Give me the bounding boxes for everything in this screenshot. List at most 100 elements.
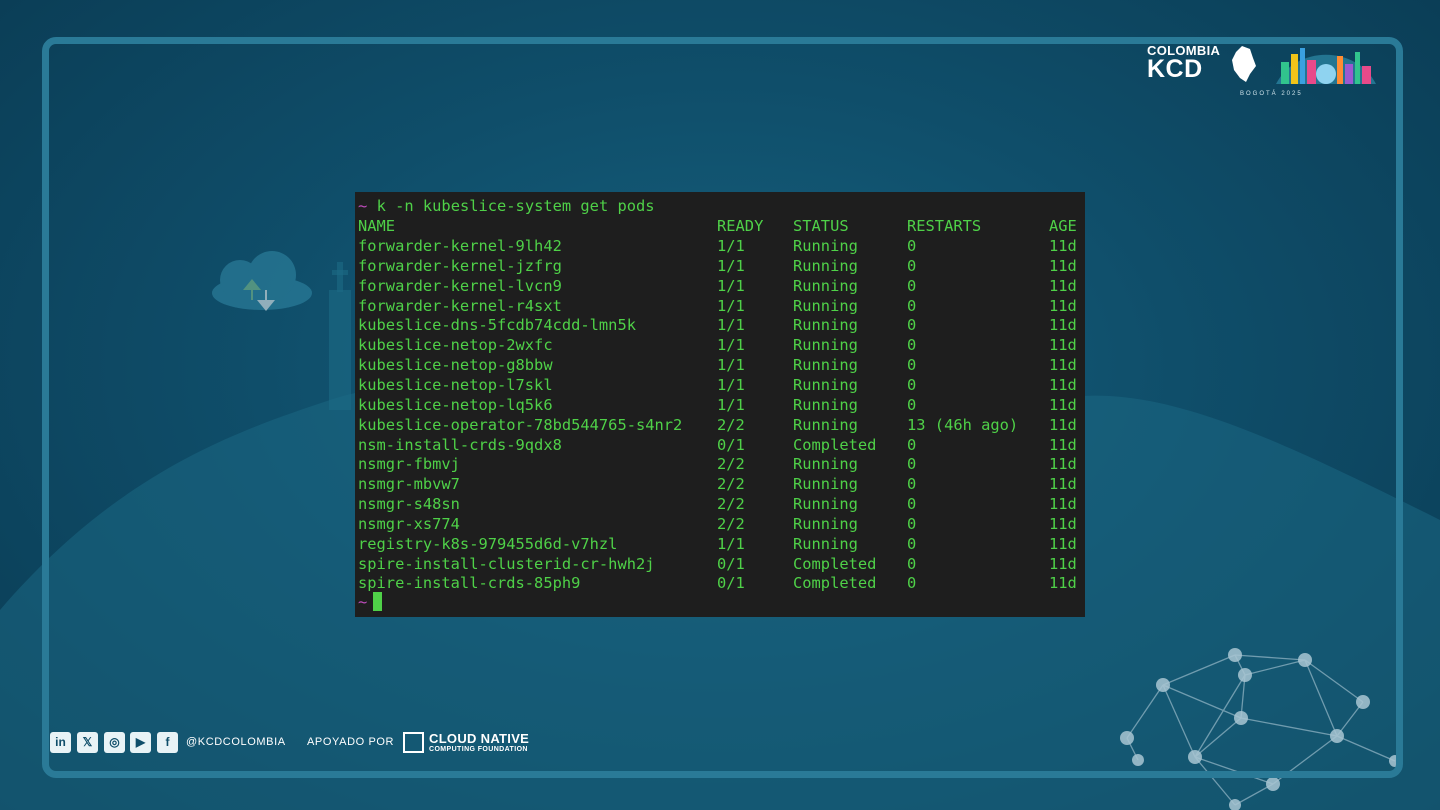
- logo-kcd-text: KCD: [1147, 55, 1203, 83]
- pod-status: Completed: [793, 554, 877, 573]
- command-text: k -n kubeslice-system get pods: [376, 197, 655, 215]
- pod-status: Running: [793, 415, 858, 434]
- pod-name: nsmgr-fbmvj: [358, 455, 460, 474]
- pod-restarts: 0: [907, 237, 917, 255]
- pod-status: Running: [793, 237, 858, 255]
- pod-age: 11d: [1049, 534, 1077, 553]
- cncf-name-line2: COMPUTING FOUNDATION: [429, 746, 528, 753]
- pod-name: forwarder-kernel-lvcn9: [358, 276, 562, 295]
- pod-age: 11d: [1049, 296, 1077, 315]
- pod-name: forwarder-kernel-9lh42: [358, 237, 562, 255]
- supported-by-label: APOYADO POR: [307, 736, 395, 748]
- pod-age: 11d: [1049, 336, 1077, 355]
- pod-age: 11d: [1049, 435, 1077, 454]
- pod-ready: 2/2: [717, 495, 745, 514]
- current-prompt-line[interactable]: ~: [358, 592, 383, 612]
- pod-age: 11d: [1049, 316, 1077, 335]
- header-restarts: RESTARTS: [907, 217, 982, 235]
- pod-status: Running: [793, 336, 858, 355]
- city-skyline-icon: [1276, 48, 1376, 84]
- pod-status: Running: [793, 356, 858, 375]
- terminal-cursor: [373, 592, 383, 611]
- pod-restarts: 0: [907, 435, 917, 454]
- pod-ready: 1/1: [717, 534, 745, 553]
- cncf-name-line1: CLOUD NATIVE: [429, 731, 530, 746]
- header-ready: READY: [717, 217, 764, 235]
- pod-restarts: 0: [907, 455, 917, 474]
- pod-age: 11d: [1049, 237, 1077, 255]
- pod-status: Running: [793, 534, 858, 553]
- pod-restarts: 0: [907, 495, 917, 514]
- pod-status: Running: [793, 296, 858, 315]
- prompt-symbol: ~: [358, 197, 368, 215]
- pod-name: kubeslice-dns-5fcdb74cdd-lmn5k: [358, 316, 636, 335]
- pod-restarts: 0: [907, 534, 917, 553]
- pod-ready: 1/1: [717, 296, 745, 315]
- pod-restarts: 0: [907, 574, 917, 593]
- pod-age: 11d: [1049, 554, 1077, 573]
- social-handle: @KCDCOLOMBIA: [186, 736, 286, 748]
- pod-name: nsm-install-crds-9qdx8: [358, 435, 562, 454]
- pod-restarts: 0: [907, 356, 917, 375]
- instagram-icon[interactable]: ◎: [104, 732, 125, 753]
- pod-status: Running: [793, 256, 858, 275]
- pod-age: 11d: [1049, 256, 1077, 275]
- pod-ready: 1/1: [717, 375, 745, 394]
- pod-age: 11d: [1049, 514, 1077, 533]
- pod-ready: 2/2: [717, 455, 745, 474]
- youtube-icon[interactable]: ▶: [130, 732, 151, 753]
- table-header-row: NAME READY STATUS RESTARTS AGE: [358, 216, 1077, 236]
- pod-ready: 1/1: [717, 237, 745, 255]
- pod-ready: 2/2: [717, 475, 745, 494]
- pod-restarts: 0: [907, 514, 917, 533]
- pod-status: Running: [793, 455, 858, 474]
- pod-status: Running: [793, 316, 858, 335]
- pod-restarts: 0: [907, 375, 917, 394]
- pod-age: 11d: [1049, 455, 1077, 474]
- pod-name: registry-k8s-979455d6d-v7hzl: [358, 534, 618, 553]
- pod-name: nsmgr-s48sn: [358, 495, 460, 514]
- pod-restarts: 0: [907, 296, 917, 315]
- pod-age: 11d: [1049, 395, 1077, 414]
- colombia-map-icon: [1232, 46, 1256, 82]
- pod-ready: 1/1: [717, 395, 745, 414]
- pod-age: 11d: [1049, 356, 1077, 375]
- pod-status: Running: [793, 276, 858, 295]
- pod-restarts: 13 (46h ago): [907, 415, 1019, 434]
- pod-age: 11d: [1049, 475, 1077, 494]
- pod-ready: 1/1: [717, 316, 745, 335]
- cncf-logo-icon: [403, 732, 424, 753]
- pod-name: forwarder-kernel-r4sxt: [358, 296, 562, 315]
- pod-ready: 0/1: [717, 435, 745, 454]
- pod-status: Running: [793, 375, 858, 394]
- pod-ready: 1/1: [717, 336, 745, 355]
- x-icon[interactable]: 𝕏: [77, 732, 98, 753]
- logo-bogota-text: BOGOTÁ 2025: [1240, 91, 1303, 97]
- pod-status: Running: [793, 395, 858, 414]
- pod-name: kubeslice-netop-g8bbw: [358, 356, 553, 375]
- pod-restarts: 0: [907, 336, 917, 355]
- pod-restarts: 0: [907, 316, 917, 335]
- pod-name: spire-install-crds-85ph9: [358, 574, 581, 593]
- pod-name: nsmgr-xs774: [358, 514, 460, 533]
- pod-ready: 1/1: [717, 356, 745, 375]
- pod-name: spire-install-clusterid-cr-hwh2j: [358, 554, 655, 573]
- pod-restarts: 0: [907, 475, 917, 494]
- pod-age: 11d: [1049, 415, 1077, 434]
- pod-age: 11d: [1049, 276, 1077, 295]
- pod-ready: 1/1: [717, 256, 745, 275]
- pod-age: 11d: [1049, 574, 1077, 593]
- prompt-symbol-current: ~: [358, 593, 368, 611]
- pod-name: kubeslice-netop-lq5k6: [358, 395, 553, 414]
- linkedin-icon[interactable]: in: [50, 732, 71, 753]
- pod-name: kubeslice-netop-2wxfc: [358, 336, 553, 355]
- pod-ready: 2/2: [717, 514, 745, 533]
- pod-ready: 2/2: [717, 415, 745, 434]
- pod-name: kubeslice-netop-l7skl: [358, 375, 553, 394]
- terminal-window[interactable]: ~ k -n kubeslice-system get pods NAME RE…: [355, 192, 1085, 617]
- pod-ready: 0/1: [717, 554, 745, 573]
- pod-ready: 0/1: [717, 574, 745, 593]
- pod-status: Running: [793, 475, 858, 494]
- pod-status: Completed: [793, 435, 877, 454]
- facebook-icon[interactable]: f: [157, 732, 178, 753]
